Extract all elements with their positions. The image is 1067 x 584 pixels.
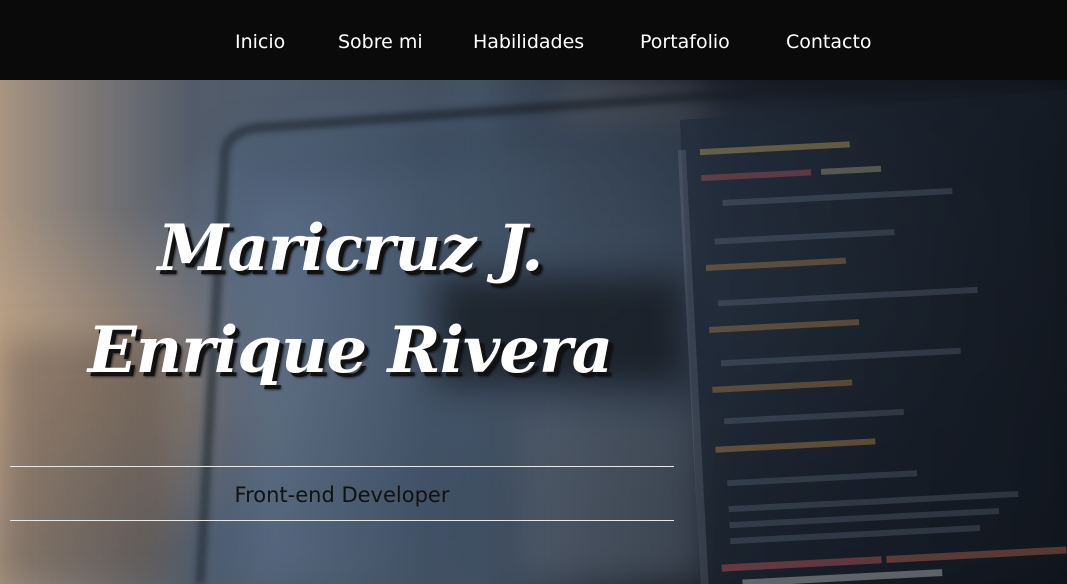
top-navbar: Inicio Sobre mi Habilidades Portafolio C…	[0, 0, 1067, 80]
subtitle-bottom-divider	[10, 520, 674, 521]
hero-name-line-1: Maricruz J.	[157, 211, 544, 286]
nav-menu: Inicio Sobre mi Habilidades Portafolio C…	[0, 0, 1067, 80]
nav-link-habilidades[interactable]: Habilidades	[473, 28, 584, 56]
hero-section: Maricruz J. Enrique Rivera Front-end Dev…	[0, 80, 1067, 584]
nav-link-sobre-mi[interactable]: Sobre mi	[338, 28, 423, 56]
nav-link-contacto[interactable]: Contacto	[786, 28, 872, 56]
hero-subtitle: Front-end Developer	[234, 483, 450, 507]
hero-name-heading: Maricruz J. Enrique Rivera	[70, 198, 630, 402]
subtitle-top-divider	[10, 466, 674, 467]
nav-link-portafolio[interactable]: Portafolio	[640, 28, 730, 56]
hero-name-line-2: Enrique Rivera	[87, 313, 613, 388]
nav-link-inicio[interactable]: Inicio	[235, 28, 285, 56]
